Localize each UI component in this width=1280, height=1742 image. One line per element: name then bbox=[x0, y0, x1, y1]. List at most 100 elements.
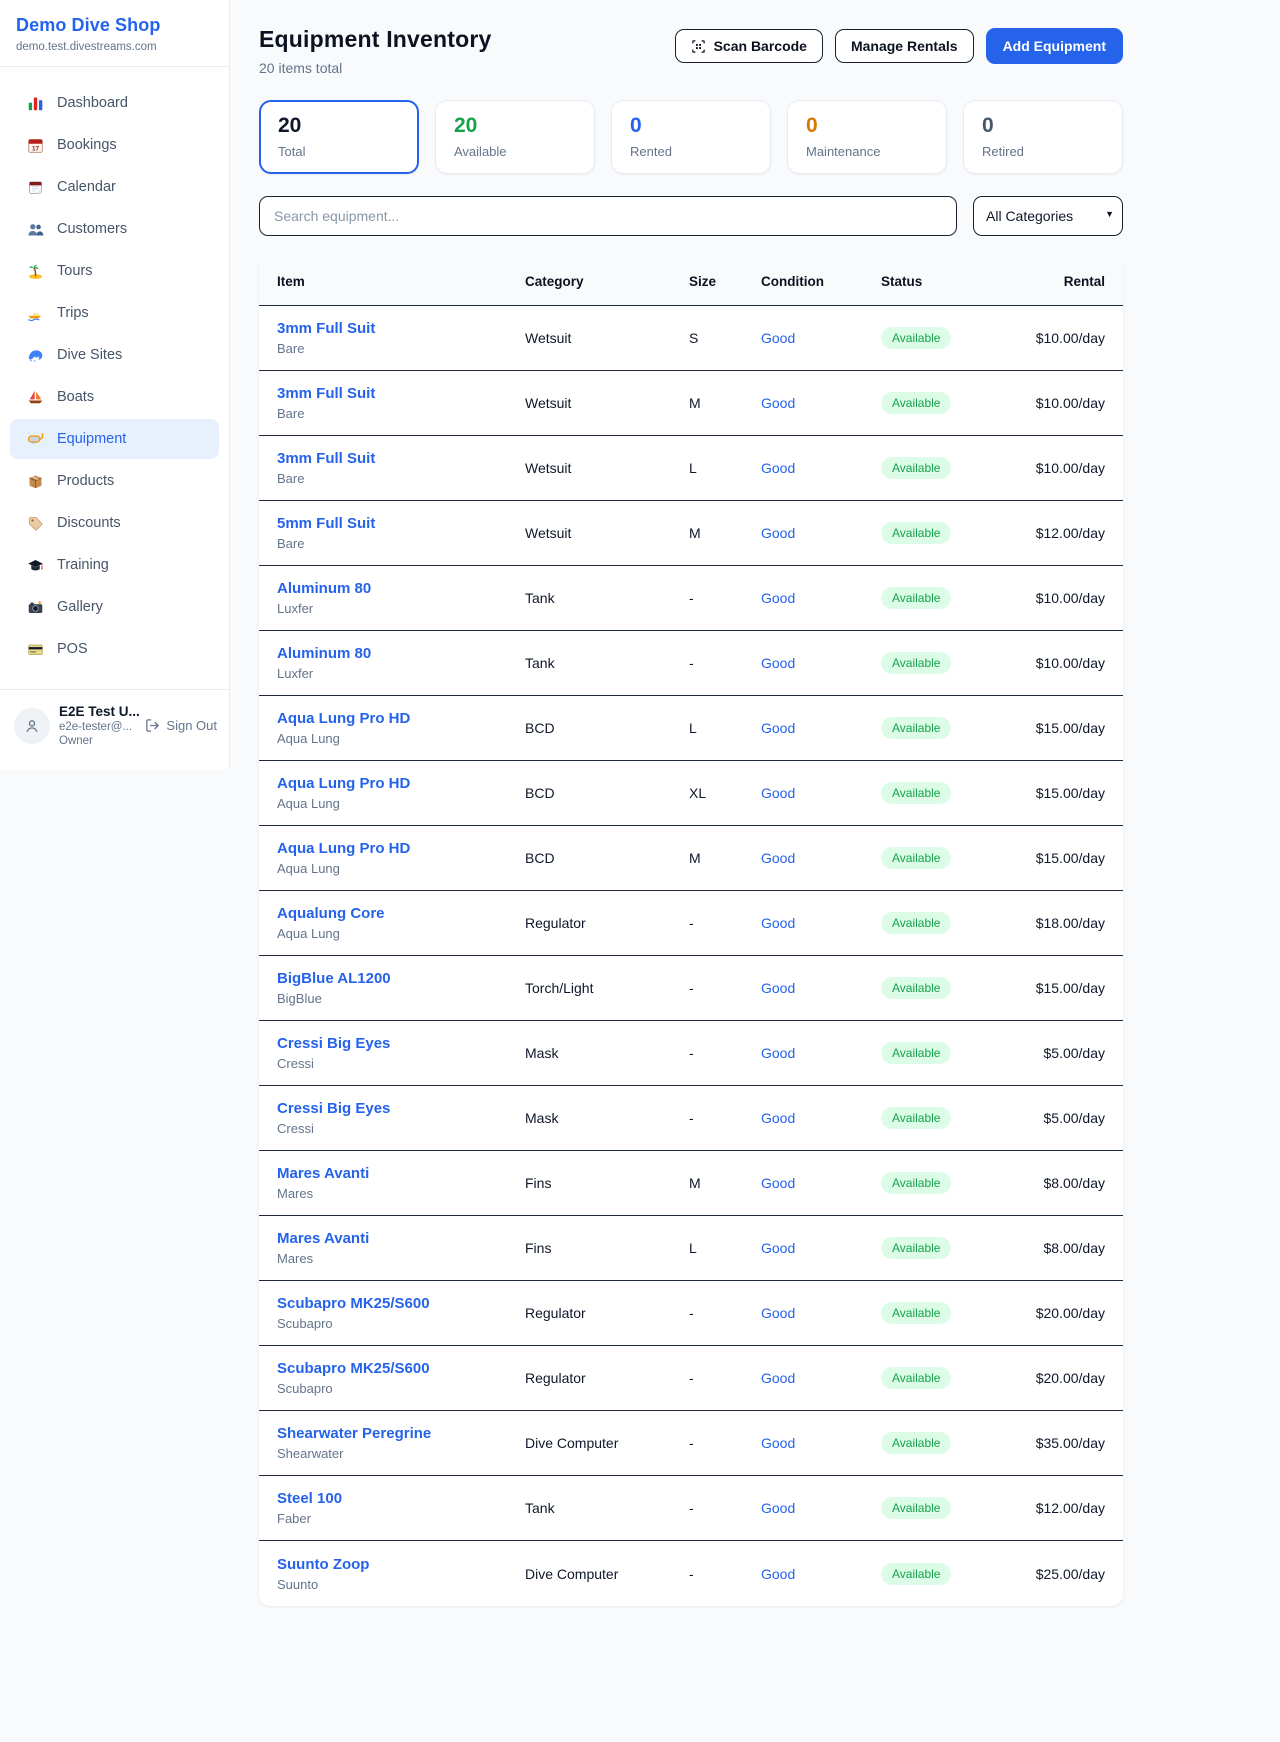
item-name-link[interactable]: Aqualung Core bbox=[277, 905, 525, 922]
sidebar-item-boats[interactable]: Boats bbox=[10, 377, 219, 417]
category-select-wrap: All Categories ▼ bbox=[973, 196, 1123, 236]
scan-barcode-button[interactable]: Scan Barcode bbox=[675, 29, 823, 63]
condition-link[interactable]: Good bbox=[761, 395, 881, 411]
barcode-scan-icon bbox=[691, 39, 706, 54]
item-name-link[interactable]: Scubapro MK25/S600 bbox=[277, 1360, 525, 1377]
item-brand: Aqua Lung bbox=[277, 926, 525, 941]
table-row: Scubapro MK25/S600ScubaproRegulator-Good… bbox=[259, 1346, 1123, 1411]
condition-link[interactable]: Good bbox=[761, 330, 881, 346]
condition-link[interactable]: Good bbox=[761, 1500, 881, 1516]
category-cell: Mask bbox=[525, 1110, 689, 1126]
sidebar-item-trips[interactable]: Trips bbox=[10, 293, 219, 333]
stat-card-maintenance[interactable]: 0Maintenance bbox=[787, 100, 947, 174]
sidebar-item-products[interactable]: Products bbox=[10, 461, 219, 501]
item-cell: Cressi Big Eyes Cressi bbox=[277, 1035, 525, 1071]
item-name-link[interactable]: Mares Avanti bbox=[277, 1230, 525, 1247]
item-name-link[interactable]: 5mm Full Suit bbox=[277, 515, 525, 532]
item-cell: Aqua Lung Pro HDAqua Lung bbox=[277, 710, 525, 746]
sidebar-item-tours[interactable]: Tours bbox=[10, 251, 219, 291]
item-name-link[interactable]: Aluminum 80 bbox=[277, 645, 525, 662]
item-brand: Luxfer bbox=[277, 601, 525, 616]
item-name-link[interactable]: Aqua Lung Pro HD bbox=[277, 840, 525, 857]
sidebar-item-pos[interactable]: POS bbox=[10, 629, 219, 669]
table-row: Cressi Big EyesCressiMask-GoodAvailable$… bbox=[259, 1021, 1123, 1086]
user-email: e2e-tester@... bbox=[59, 721, 136, 733]
stat-card-total[interactable]: 20Total bbox=[259, 100, 419, 174]
condition-link[interactable]: Good bbox=[761, 1435, 881, 1451]
stat-card-rented[interactable]: 0Rented bbox=[611, 100, 771, 174]
status-badge: Available bbox=[881, 587, 951, 609]
header-actions: Scan Barcode Manage Rentals Add Equipmen… bbox=[675, 28, 1123, 64]
item-brand: Cressi bbox=[277, 1056, 525, 1071]
condition-link[interactable]: Good bbox=[761, 460, 881, 476]
item-name-link[interactable]: Mares Avanti bbox=[277, 1165, 525, 1182]
condition-link[interactable]: Good bbox=[761, 1566, 881, 1582]
sidebar-item-discounts[interactable]: Discounts bbox=[10, 503, 219, 543]
sidebar-item-equipment[interactable]: Equipment bbox=[10, 419, 219, 459]
condition-link[interactable]: Good bbox=[761, 785, 881, 801]
condition-link[interactable]: Good bbox=[761, 915, 881, 931]
status-cell: Available bbox=[881, 1042, 1027, 1064]
table-row: Aqualung CoreAqua LungRegulator-GoodAvai… bbox=[259, 891, 1123, 956]
sidebar-item-customers[interactable]: Customers bbox=[10, 209, 219, 249]
category-cell: Dive Computer bbox=[525, 1566, 689, 1582]
sidebar-item-dashboard[interactable]: Dashboard bbox=[10, 83, 219, 123]
status-cell: Available bbox=[881, 1497, 1027, 1519]
condition-link[interactable]: Good bbox=[761, 1175, 881, 1191]
condition-link[interactable]: Good bbox=[761, 655, 881, 671]
condition-link[interactable]: Good bbox=[761, 1370, 881, 1386]
stat-card-available[interactable]: 20Available bbox=[435, 100, 595, 174]
item-name-link[interactable]: Scubapro MK25/S600 bbox=[277, 1295, 525, 1312]
item-brand: Aqua Lung bbox=[277, 796, 525, 811]
dive-mask-icon bbox=[26, 430, 44, 448]
add-equipment-button[interactable]: Add Equipment bbox=[986, 28, 1123, 64]
sidebar-item-calendar[interactable]: Calendar bbox=[10, 167, 219, 207]
status-badge: Available bbox=[881, 652, 951, 674]
item-cell: Scubapro MK25/S600Scubapro bbox=[277, 1360, 525, 1396]
stat-card-retired[interactable]: 0Retired bbox=[963, 100, 1123, 174]
condition-link[interactable]: Good bbox=[761, 590, 881, 606]
item-name-link[interactable]: Cressi Big Eyes bbox=[277, 1100, 525, 1117]
condition-link[interactable]: Good bbox=[761, 1045, 881, 1061]
condition-link[interactable]: Good bbox=[761, 1110, 881, 1126]
sidebar-item-training[interactable]: Training bbox=[10, 545, 219, 585]
item-brand: Bare bbox=[277, 341, 525, 356]
condition-link[interactable]: Good bbox=[761, 1240, 881, 1256]
table-row: Suunto ZoopSuuntoDive Computer-GoodAvail… bbox=[259, 1541, 1123, 1606]
condition-link[interactable]: Good bbox=[761, 525, 881, 541]
status-badge: Available bbox=[881, 977, 951, 999]
sidebar-item-label: POS bbox=[57, 641, 88, 657]
item-name-link[interactable]: Shearwater Peregrine bbox=[277, 1425, 525, 1442]
manage-rentals-button[interactable]: Manage Rentals bbox=[835, 29, 974, 63]
item-name-link[interactable]: Cressi Big Eyes bbox=[277, 1035, 525, 1052]
item-brand: Luxfer bbox=[277, 666, 525, 681]
condition-link[interactable]: Good bbox=[761, 980, 881, 996]
item-cell: Aluminum 80 Luxfer bbox=[277, 645, 525, 681]
item-name-link[interactable]: Steel 100 bbox=[277, 1490, 525, 1507]
item-name-link[interactable]: Aqua Lung Pro HD bbox=[277, 775, 525, 792]
size-cell: M bbox=[689, 850, 761, 866]
item-name-link[interactable]: Aluminum 80 bbox=[277, 580, 525, 597]
category-select[interactable]: All Categories bbox=[973, 196, 1123, 236]
condition-link[interactable]: Good bbox=[761, 850, 881, 866]
rental-price: $15.00/day bbox=[1027, 850, 1105, 866]
item-brand: Bare bbox=[277, 471, 525, 486]
search-input[interactable] bbox=[259, 196, 957, 236]
item-name-link[interactable]: Aqua Lung Pro HD bbox=[277, 710, 525, 727]
sidebar-item-dive-sites[interactable]: Dive Sites bbox=[10, 335, 219, 375]
item-cell: Aqua Lung Pro HD Aqua Lung bbox=[277, 775, 525, 811]
sidebar-item-bookings[interactable]: 17Bookings bbox=[10, 125, 219, 165]
condition-link[interactable]: Good bbox=[761, 1305, 881, 1321]
stat-value: 0 bbox=[806, 114, 928, 138]
item-name-link[interactable]: Suunto Zoop bbox=[277, 1556, 525, 1573]
item-name-link[interactable]: 3mm Full Suit bbox=[277, 320, 525, 337]
item-name-link[interactable]: BigBlue AL1200 bbox=[277, 970, 525, 987]
status-badge: Available bbox=[881, 327, 951, 349]
sidebar-item-label: Trips bbox=[57, 305, 89, 321]
item-name-link[interactable]: 3mm Full Suit bbox=[277, 385, 525, 402]
status-badge: Available bbox=[881, 1042, 951, 1064]
item-name-link[interactable]: 3mm Full Suit bbox=[277, 450, 525, 467]
sidebar-item-gallery[interactable]: Gallery bbox=[10, 587, 219, 627]
sign-out-button[interactable]: Sign Out bbox=[145, 718, 217, 733]
condition-link[interactable]: Good bbox=[761, 720, 881, 736]
